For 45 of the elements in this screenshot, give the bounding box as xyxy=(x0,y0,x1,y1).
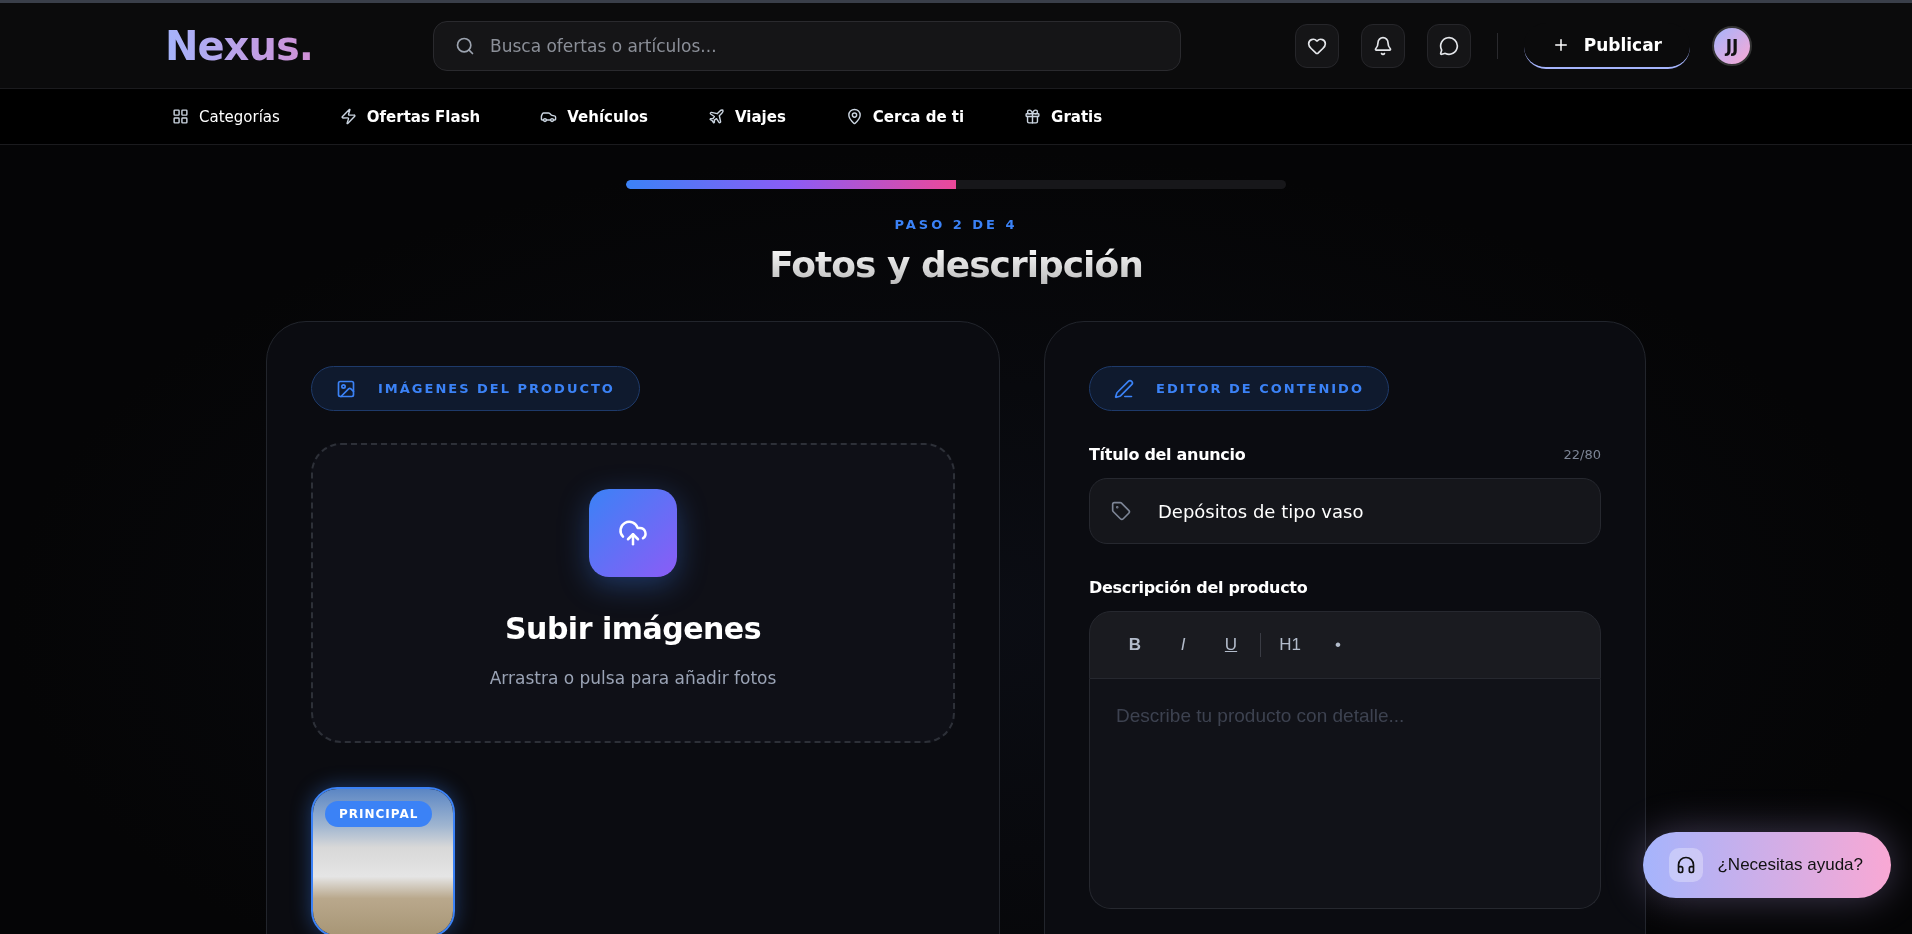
step-label: PASO 2 DE 4 xyxy=(894,217,1018,232)
favorites-button[interactable] xyxy=(1294,23,1339,68)
photo-thumbnail[interactable]: PRINCIPAL xyxy=(311,787,455,934)
field-label: Título del anuncio xyxy=(1089,445,1246,464)
format-button[interactable]: U xyxy=(1212,628,1250,662)
upload-hint: Arrastra o pulsa para añadir fotos xyxy=(489,668,777,688)
upload-title: Subir imágenes xyxy=(504,611,762,646)
upload-dropzone[interactable]: Subir imágenes Arrastra o pulsa para añadir fotos xyxy=(311,443,955,743)
messages-button[interactable] xyxy=(1426,23,1471,68)
nav-link[interactable]: Gratis xyxy=(1024,107,1103,126)
tag-icon xyxy=(1111,501,1131,521)
lightning-icon xyxy=(339,108,357,125)
search-field[interactable]: Busca ofertas o artículos... xyxy=(433,20,1181,71)
nav-link[interactable]: Viajes xyxy=(708,107,786,126)
title-input[interactable]: Depósitos de tipo vaso xyxy=(1089,478,1601,544)
format-button[interactable]: B xyxy=(1116,628,1154,662)
image-icon xyxy=(336,378,356,399)
nav-link[interactable]: Vehículos xyxy=(540,107,648,126)
format-button[interactable]: I xyxy=(1164,628,1202,662)
main-photo-tag: PRINCIPAL xyxy=(325,801,433,827)
search-icon xyxy=(455,35,475,56)
nav-link[interactable]: Cerca de ti xyxy=(845,107,965,126)
field-label: Descripción del producto xyxy=(1089,578,1308,597)
nav-link[interactable]: Categorías xyxy=(172,107,280,126)
help-label: ¿Necesitas ayuda? xyxy=(1717,855,1863,875)
notifications-button[interactable] xyxy=(1360,23,1405,68)
format-button[interactable]: • xyxy=(1319,628,1357,662)
headset-icon xyxy=(1669,848,1704,882)
heart-icon xyxy=(1306,35,1327,56)
plane-icon xyxy=(708,108,725,125)
badge-label: EDITOR DE CONTENIDO xyxy=(1156,381,1364,396)
gift-icon xyxy=(1024,108,1042,125)
user-avatar[interactable]: JJ xyxy=(1712,25,1752,66)
description-input[interactable]: Describe tu producto con detalle... xyxy=(1089,679,1601,909)
bell-icon xyxy=(1372,35,1393,56)
character-counter: 22/80 xyxy=(1563,447,1601,462)
chat-bubble-icon xyxy=(1438,35,1459,56)
location-pin-icon xyxy=(845,108,863,125)
cloud-upload-icon xyxy=(589,489,677,577)
nav-link[interactable]: Ofertas Flash xyxy=(339,107,481,126)
grid-icon xyxy=(172,108,189,125)
help-button[interactable]: ¿Necesitas ayuda? xyxy=(1643,832,1891,898)
pen-icon xyxy=(1114,378,1134,399)
format-button[interactable]: H1 xyxy=(1271,628,1309,662)
badge-label: IMÁGENES DEL PRODUCTO xyxy=(378,381,615,396)
